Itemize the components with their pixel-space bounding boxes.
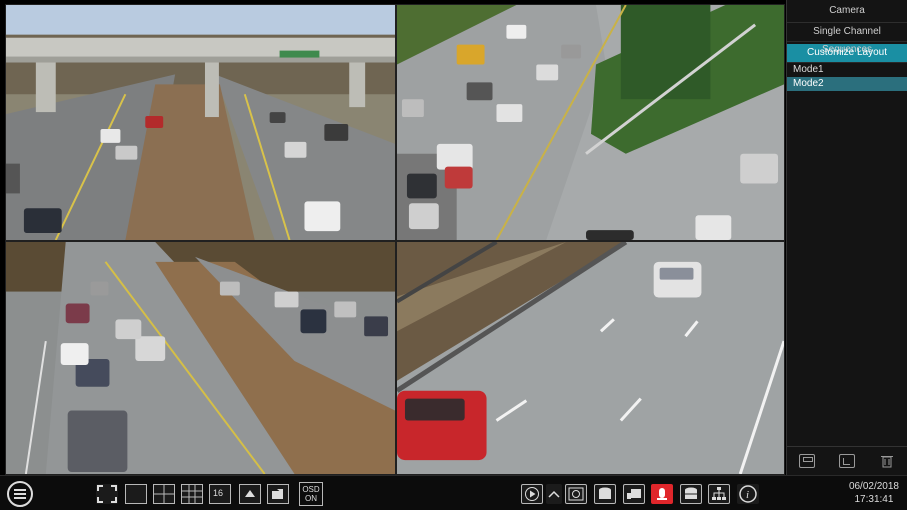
main-menu-icon[interactable] <box>7 481 33 507</box>
camera-view-4[interactable] <box>396 241 785 475</box>
next-screen-icon[interactable] <box>267 484 289 504</box>
osd-toggle-button[interactable]: OSD ON <box>299 482 323 506</box>
previous-screen-icon[interactable] <box>239 484 261 504</box>
alarm-icon[interactable] <box>651 484 673 504</box>
camera-view-3[interactable] <box>5 241 396 475</box>
layout-4-icon[interactable] <box>153 484 175 504</box>
mode-item-2[interactable]: Mode2 <box>787 77 907 91</box>
bottom-toolbar: 16 OSD ON i 06/02/2018 17:31:41 <box>0 475 907 510</box>
network-icon[interactable] <box>708 484 730 504</box>
chevron-up-icon[interactable] <box>546 484 562 504</box>
single-channel-sequences-button[interactable]: Single Channel Sequences <box>787 23 907 55</box>
save-icon[interactable] <box>799 454 815 468</box>
time-text: 17:31:41 <box>854 494 894 505</box>
camera-view-2[interactable] <box>396 4 785 241</box>
info-icon[interactable]: i <box>737 484 759 504</box>
live-view-grid <box>5 4 785 475</box>
snapshot-icon[interactable] <box>565 484 587 504</box>
sequence-icon[interactable] <box>623 484 645 504</box>
layout-1-icon[interactable] <box>125 484 147 504</box>
edit-layout-icon[interactable] <box>839 454 855 468</box>
layout-16-label: 16 <box>213 488 224 498</box>
record-icon[interactable] <box>594 484 616 504</box>
camera-side-panel: Camera Single Channel Sequences Customiz… <box>786 0 907 475</box>
svg-text:i: i <box>746 489 749 501</box>
panel-tools <box>787 446 907 475</box>
mode-item-1[interactable]: Mode1 <box>787 63 907 77</box>
osd-state: ON <box>305 494 317 503</box>
osd-label: OSD <box>302 485 320 494</box>
layout-16-icon[interactable]: 16 <box>209 484 231 504</box>
date-text: 06/02/2018 <box>848 481 899 492</box>
customize-layout-button[interactable]: Customize Layout <box>787 44 907 63</box>
fullscreen-icon[interactable] <box>96 484 118 504</box>
datetime-display: 06/02/2018 17:31:41 <box>849 480 899 506</box>
playback-icon[interactable] <box>521 484 543 504</box>
panel-title: Camera <box>787 0 907 23</box>
disk-icon[interactable] <box>680 484 702 504</box>
camera-view-1[interactable] <box>5 4 396 241</box>
delete-icon[interactable] <box>879 454 895 468</box>
layout-9-icon[interactable] <box>181 484 203 504</box>
